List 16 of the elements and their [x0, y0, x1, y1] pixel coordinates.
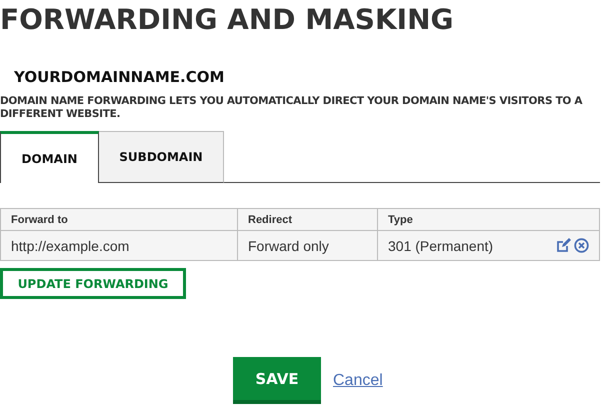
- delete-icon[interactable]: [574, 238, 589, 253]
- column-header: Type: [378, 208, 600, 230]
- cancel-link[interactable]: Cancel: [333, 372, 383, 390]
- update-forwarding-button[interactable]: UPDATE FORWARDING: [0, 268, 186, 299]
- column-header: Redirect: [238, 208, 378, 230]
- edit-icon[interactable]: [556, 238, 571, 253]
- save-button[interactable]: SAVE: [233, 357, 321, 404]
- tab[interactable]: SUBDOMAIN: [99, 131, 224, 183]
- table-cell: Forward only: [248, 238, 329, 254]
- column-header: Forward to: [0, 208, 238, 230]
- description: DOMAIN NAME FORWARDING LETS YOU AUTOMATICALLY DIRECT YOUR DOMAIN NAME'S VISITORS TO A DIFFERENT WEBSITE.: [0, 95, 584, 121]
- table-cell: 301 (Permanent): [388, 238, 494, 254]
- table-cell: http://example.com: [11, 238, 130, 254]
- tab[interactable]: DOMAIN: [0, 131, 99, 183]
- page-title: FORWARDING AND MASKING: [0, 3, 454, 37]
- domain-name: YOURDOMAINNAME.COM: [14, 67, 226, 87]
